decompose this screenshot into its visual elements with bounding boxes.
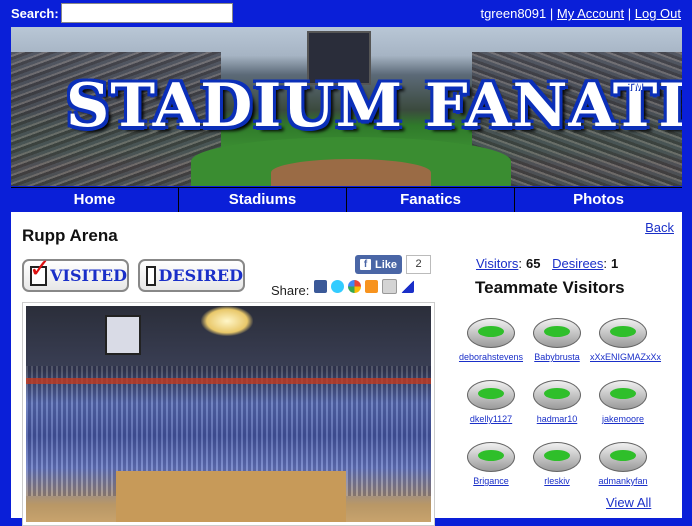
user-bar: tgreen8091 | My Account | Log Out: [480, 6, 681, 21]
teammate-visitor[interactable]: jakemoore: [590, 376, 656, 424]
visitors-colon: :: [518, 256, 523, 271]
teammate-visitor[interactable]: deborahstevens: [458, 314, 524, 362]
visited-button[interactable]: ✓ VISITED: [22, 256, 129, 292]
main-content: Back Rupp Arena ✓ VISITED DESIRED f Like…: [11, 212, 682, 526]
teammate-visitors-grid: deborahstevens Babybrusta xXxENIGMAZxXx …: [458, 314, 668, 486]
teammate-name[interactable]: Brigance: [458, 476, 524, 486]
stadium-photo-image: [26, 306, 431, 522]
facebook-like-button[interactable]: f Like: [355, 255, 402, 274]
desired-checkbox: [146, 265, 156, 286]
teammate-visitor[interactable]: xXxENIGMAZxXx: [590, 314, 661, 362]
stadium-avatar-icon: [599, 314, 647, 350]
nav-stadiums[interactable]: Stadiums: [178, 188, 346, 212]
logout-link[interactable]: Log Out: [635, 6, 681, 21]
nav-photos[interactable]: Photos: [514, 188, 682, 212]
teammate-name[interactable]: xXxENIGMAZxXx: [590, 352, 661, 362]
facebook-share-icon[interactable]: [314, 280, 327, 293]
separator: |: [549, 6, 554, 21]
nav-home[interactable]: Home: [11, 188, 178, 212]
share-label: Share:: [271, 283, 310, 298]
desirees-count: 1: [611, 256, 619, 271]
desired-button[interactable]: DESIRED: [138, 259, 245, 292]
teammate-name[interactable]: hadmar10: [524, 414, 590, 424]
teammate-name[interactable]: admankyfan: [590, 476, 656, 486]
rss-share-icon[interactable]: [365, 280, 378, 293]
site-logo[interactable]: STADIUM FANATIC: [66, 71, 682, 141]
photo-ribbon-board: [26, 378, 431, 384]
stadium-avatar-icon: [533, 376, 581, 412]
desired-label: DESIRED: [158, 266, 243, 285]
visitors-count: 65: [526, 256, 541, 271]
trademark-mark: TM: [627, 81, 643, 93]
photo-court: [116, 471, 346, 522]
desirees-link[interactable]: Desirees: [552, 256, 603, 271]
teammate-visitor[interactable]: Babybrusta: [524, 314, 590, 362]
photo-jumbotron: [105, 315, 141, 355]
teammate-name[interactable]: jakemoore: [590, 414, 656, 424]
page-title: Rupp Arena: [22, 226, 118, 245]
search-input[interactable]: [61, 3, 233, 23]
stadium-avatar-icon: [467, 376, 515, 412]
visit-stats: Visitors: 65 Desirees: 1: [476, 256, 626, 271]
desirees-colon: :: [603, 256, 608, 271]
stadium-avatar-icon: [467, 438, 515, 474]
username: tgreen8091: [480, 6, 547, 21]
banner-infield: [271, 159, 431, 186]
teammate-name[interactable]: deborahstevens: [458, 352, 524, 362]
separator: |: [627, 6, 632, 21]
view-all-link[interactable]: View All: [606, 495, 651, 510]
like-count: 2: [406, 255, 431, 274]
teammate-name[interactable]: dkelly1127: [458, 414, 524, 424]
stadium-avatar-icon: [533, 438, 581, 474]
visited-label: VISITED: [50, 266, 127, 285]
visitors-link[interactable]: Visitors: [476, 256, 518, 271]
stadium-avatar-icon: [599, 376, 647, 412]
twitter-share-icon[interactable]: [331, 280, 344, 293]
google-share-icon[interactable]: [348, 280, 361, 293]
bookmark-share-icon[interactable]: [382, 279, 397, 294]
teammate-name[interactable]: rleskiv: [524, 476, 590, 486]
teammate-visitor[interactable]: rleskiv: [524, 438, 590, 486]
stadium-avatar-icon: [533, 314, 581, 350]
teammate-visitors-heading: Teammate Visitors: [475, 278, 625, 297]
teammate-visitor[interactable]: dkelly1127: [458, 376, 524, 424]
header-banner: STADIUM FANATIC TM: [11, 27, 682, 186]
search-label: Search:: [11, 6, 59, 21]
like-label: Like: [374, 258, 397, 271]
teammate-visitor[interactable]: Brigance: [458, 438, 524, 486]
more-share-icon[interactable]: [401, 280, 414, 293]
visited-checkbox: ✓: [29, 256, 51, 286]
my-account-link[interactable]: My Account: [557, 6, 624, 21]
main-nav: Home Stadiums Fanatics Photos: [11, 187, 682, 212]
top-bar: Search: tgreen8091 | My Account | Log Ou…: [0, 0, 692, 26]
stadium-photo[interactable]: [22, 302, 435, 526]
share-icons: [314, 279, 414, 294]
teammate-visitor[interactable]: hadmar10: [524, 376, 590, 424]
photo-chandelier: [201, 306, 253, 336]
teammate-visitor[interactable]: admankyfan: [590, 438, 656, 486]
stadium-avatar-icon: [467, 314, 515, 350]
nav-fanatics[interactable]: Fanatics: [346, 188, 514, 212]
back-link[interactable]: Back: [645, 220, 674, 235]
teammate-name[interactable]: Babybrusta: [524, 352, 590, 362]
stadium-avatar-icon: [599, 438, 647, 474]
facebook-icon: f: [359, 259, 371, 270]
checkmark-icon: ✓: [29, 253, 51, 284]
